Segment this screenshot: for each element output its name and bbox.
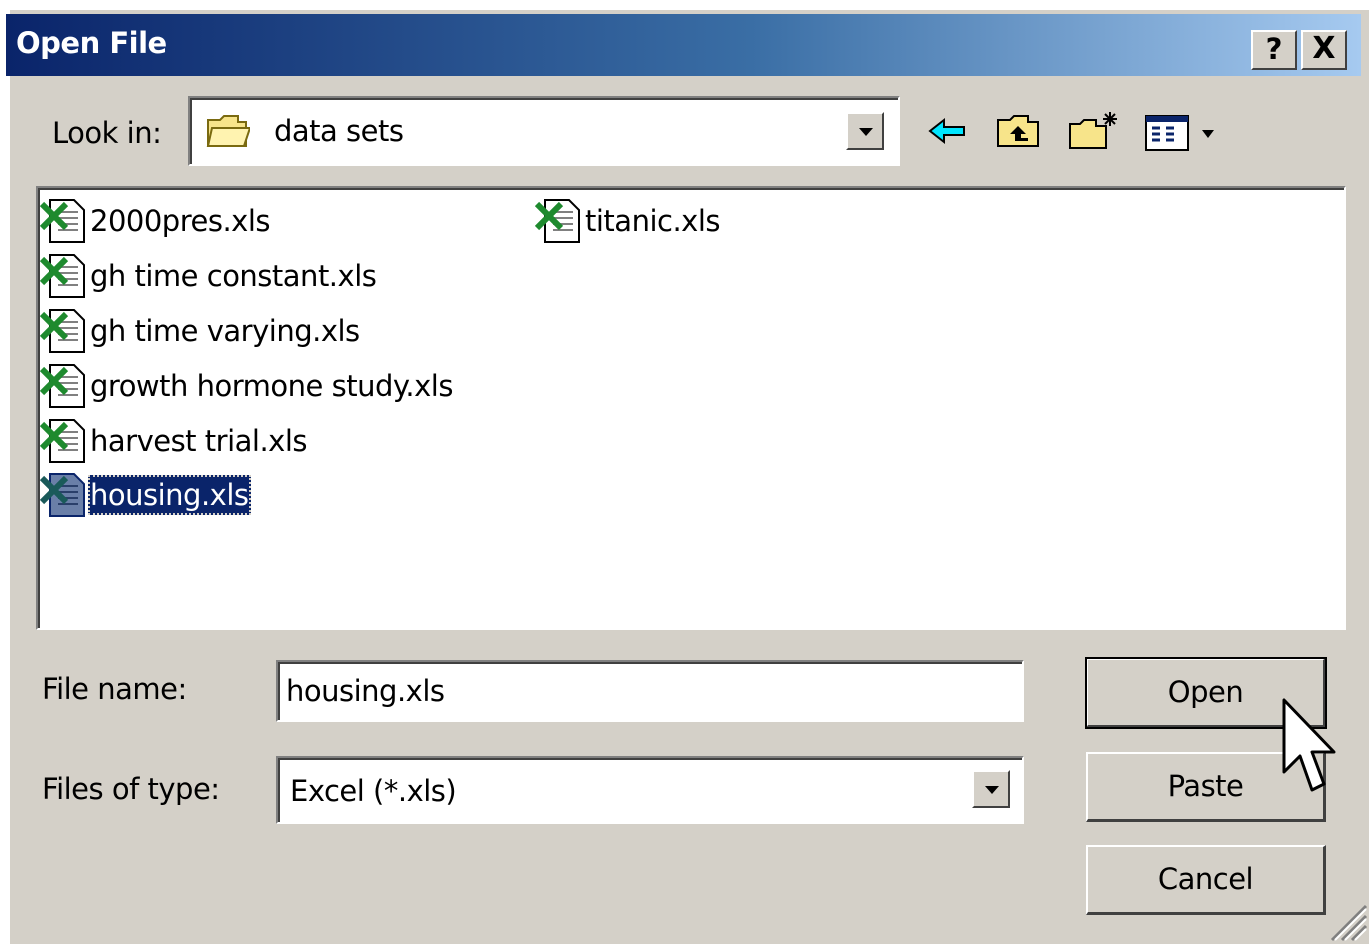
cancel-button[interactable]: Cancel (1086, 845, 1326, 915)
list-item-selected[interactable]: housing.xls (39, 472, 251, 518)
files-of-type-dropdown-button[interactable] (972, 770, 1010, 808)
excel-file-icon (39, 363, 88, 409)
resize-grip-icon[interactable] (1328, 900, 1368, 947)
look-in-combobox[interactable]: data sets (188, 96, 900, 166)
file-name-label: growth hormone study.xls (90, 369, 453, 403)
create-new-folder-icon[interactable] (1066, 108, 1126, 154)
back-arrow-icon[interactable] (926, 108, 970, 154)
view-menu-icon[interactable] (1144, 108, 1220, 154)
mouse-pointer-icon (1282, 698, 1342, 803)
list-item[interactable]: 2000pres.xls (39, 198, 272, 244)
excel-file-icon (39, 198, 88, 244)
list-item[interactable]: growth hormone study.xls (39, 363, 455, 409)
file-name-label: harvest trial.xls (90, 424, 308, 458)
close-button[interactable]: X (1301, 30, 1347, 70)
file-name-label: titanic.xls (585, 204, 721, 238)
folder-icon (206, 112, 252, 155)
file-name-field-label: File name: (42, 672, 187, 706)
file-name-label: 2000pres.xls (90, 204, 271, 238)
list-item[interactable]: gh time varying.xls (39, 308, 362, 354)
excel-file-icon (39, 418, 88, 464)
files-of-type-select[interactable]: Excel (*.xls) (276, 756, 1024, 824)
file-name-label: gh time varying.xls (90, 314, 360, 348)
up-one-level-icon[interactable] (994, 108, 1044, 154)
title-bar[interactable]: Open File ? X (6, 14, 1361, 76)
look-in-dropdown-button[interactable] (846, 112, 884, 150)
file-name-label: housing.xls (88, 475, 251, 515)
help-button[interactable]: ? (1251, 30, 1297, 70)
excel-file-icon (534, 198, 583, 244)
excel-file-icon (39, 308, 88, 354)
files-of-type-value: Excel (*.xls) (290, 774, 457, 808)
dialog-title: Open File (16, 26, 167, 60)
file-name-label: gh time constant.xls (90, 259, 377, 293)
excel-file-icon (39, 253, 88, 299)
chevron-down-icon (985, 786, 999, 794)
file-name-input[interactable]: housing.xls (276, 660, 1024, 722)
list-item[interactable]: titanic.xls (534, 198, 722, 244)
files-of-type-label: Files of type: (42, 772, 220, 806)
chevron-down-icon (859, 128, 873, 136)
file-name-input-value: housing.xls (286, 674, 445, 708)
look-in-label: Look in: (52, 116, 162, 150)
list-item[interactable]: harvest trial.xls (39, 418, 309, 464)
list-item[interactable]: gh time constant.xls (39, 253, 378, 299)
excel-file-icon (39, 472, 88, 518)
look-in-value: data sets (274, 114, 404, 148)
